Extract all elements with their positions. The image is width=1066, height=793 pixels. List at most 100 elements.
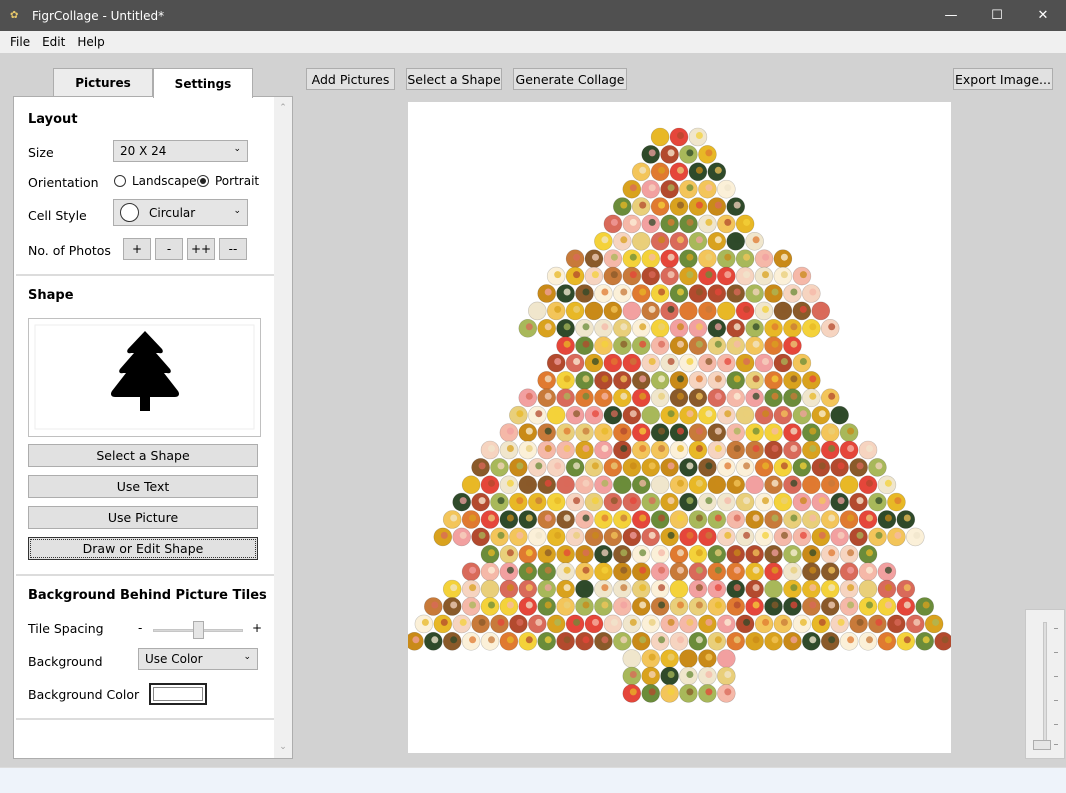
scroll-down-icon[interactable]: ⌄ (274, 742, 292, 752)
use-picture-button[interactable]: Use Picture (28, 506, 258, 529)
collage-tile-detail (790, 445, 798, 452)
collage-tile-detail (837, 618, 845, 626)
collage-tile-detail (884, 566, 892, 574)
collage-tile-detail (771, 636, 779, 644)
select-shape-button[interactable]: Select a Shape (28, 444, 258, 467)
collage-tile-detail (563, 479, 571, 487)
collage-tile-detail (705, 218, 713, 226)
collage-tile-detail (563, 340, 571, 348)
collage-tile-detail (601, 549, 609, 557)
background-select[interactable]: Use Color ⌄ (138, 648, 258, 670)
collage-tile-detail (677, 566, 684, 574)
collage-tile-detail (667, 531, 675, 539)
generate-collage-button[interactable]: Generate Collage (513, 68, 627, 90)
add-many-photos-button[interactable]: ++ (187, 238, 215, 260)
collage-tile-detail (516, 410, 524, 418)
orientation-portrait-radio[interactable]: Portrait (197, 174, 259, 188)
export-image-button[interactable]: Export Image... (953, 68, 1053, 90)
collage-tile-detail (516, 618, 524, 626)
collage-tile-detail (780, 410, 788, 418)
remove-many-photos-button[interactable]: -- (219, 238, 247, 260)
collage-tile-detail (828, 427, 836, 435)
radio-on-icon (197, 175, 209, 187)
use-text-button[interactable]: Use Text (28, 475, 258, 498)
collage-tile-detail (648, 358, 656, 365)
collage-tile-detail (525, 323, 533, 331)
collage-tile-detail (620, 566, 628, 574)
tab-settings[interactable]: Settings (153, 68, 253, 98)
collage-tile-detail (629, 462, 637, 470)
scroll-up-icon[interactable]: ⌃ (274, 103, 292, 113)
collage-tile-detail (629, 531, 637, 539)
collage-tile-detail (922, 601, 930, 609)
collage-tile-detail (629, 358, 637, 365)
zoom-track[interactable] (1043, 622, 1047, 746)
orientation-label: Orientation (28, 175, 99, 190)
cell-style-select[interactable]: Circular ⌄ (113, 199, 248, 226)
zoom-slider[interactable] (1025, 609, 1065, 759)
orientation-landscape-radio[interactable]: Landscape (114, 174, 196, 188)
add-pictures-button[interactable]: Add Pictures (306, 68, 395, 90)
collage-tile-detail (818, 462, 826, 470)
collage-tile-detail (648, 531, 656, 539)
collage-tile-detail (648, 410, 656, 418)
minimize-button[interactable]: — (928, 0, 974, 31)
collage-tile-detail (488, 601, 495, 609)
collage-tile-detail (799, 618, 807, 626)
close-button[interactable]: ✕ (1020, 0, 1066, 31)
collage-tile-detail (771, 323, 779, 331)
collage-tile-detail (506, 566, 514, 574)
tile-spacing-thumb[interactable] (193, 621, 204, 639)
collage-tile-detail (469, 566, 477, 574)
collage-tile-detail (743, 497, 751, 505)
background-color-swatch[interactable] (149, 683, 207, 705)
collage-tile-detail (733, 601, 741, 609)
collage-tile-detail (488, 514, 495, 522)
collage-tile-detail (488, 636, 495, 644)
collage-tile-detail (847, 514, 855, 522)
collage-tile-detail (847, 445, 855, 452)
collage-tile-detail (780, 253, 788, 261)
collage-tile-detail (591, 497, 599, 505)
collage-tile-detail (762, 253, 770, 261)
collage-canvas[interactable] (405, 102, 953, 753)
zoom-thumb[interactable] (1033, 740, 1051, 750)
collage-tile-detail (743, 618, 751, 626)
collage-tile-detail (724, 462, 732, 470)
collage-tile-detail (903, 514, 911, 522)
collage-tile-detail (544, 566, 552, 574)
panel-scrollbar[interactable]: ⌃ ⌄ (274, 97, 292, 758)
settings-panel: Layout Size 20 X 24 ⌄ Orientation Landsc… (13, 96, 293, 759)
menu-help[interactable]: Help (77, 35, 104, 49)
menu-edit[interactable]: Edit (42, 35, 65, 49)
tile-spacing-label: Tile Spacing (28, 621, 104, 636)
collage-tile-detail (941, 636, 949, 644)
collage-tile-detail (695, 636, 703, 644)
collage-tile-detail (724, 218, 732, 226)
collage-tile-detail (724, 184, 732, 192)
menu-file[interactable]: File (10, 35, 30, 49)
collage-tile-detail (506, 479, 514, 487)
collage-tile-detail (733, 375, 741, 383)
collage-tile-detail (639, 375, 647, 383)
size-select[interactable]: 20 X 24 ⌄ (113, 140, 248, 162)
collage-tile-detail (724, 410, 732, 418)
draw-edit-shape-button[interactable]: Draw or Edit Shape (28, 537, 258, 560)
collage-tile-detail (733, 584, 741, 592)
tab-pictures[interactable]: Pictures (53, 68, 153, 97)
add-photo-button[interactable]: + (123, 238, 151, 260)
collage-tile-detail (771, 427, 779, 435)
select-shape-toolbar-button[interactable]: Select a Shape (406, 68, 502, 90)
collage-tile-detail (629, 218, 637, 226)
collage-tile-detail (818, 618, 826, 626)
collage-tile-detail (894, 531, 902, 539)
collage-tile-detail (658, 323, 666, 331)
remove-photo-button[interactable]: - (155, 238, 183, 260)
collage-tile-detail (884, 601, 892, 609)
collage-tile-detail (554, 305, 562, 313)
collage-tile-detail (695, 584, 703, 592)
maximize-button[interactable]: ☐ (974, 0, 1020, 31)
collage-tile-detail (563, 514, 571, 522)
collage-tile-detail (828, 392, 836, 400)
collage-tile-detail (450, 636, 458, 644)
